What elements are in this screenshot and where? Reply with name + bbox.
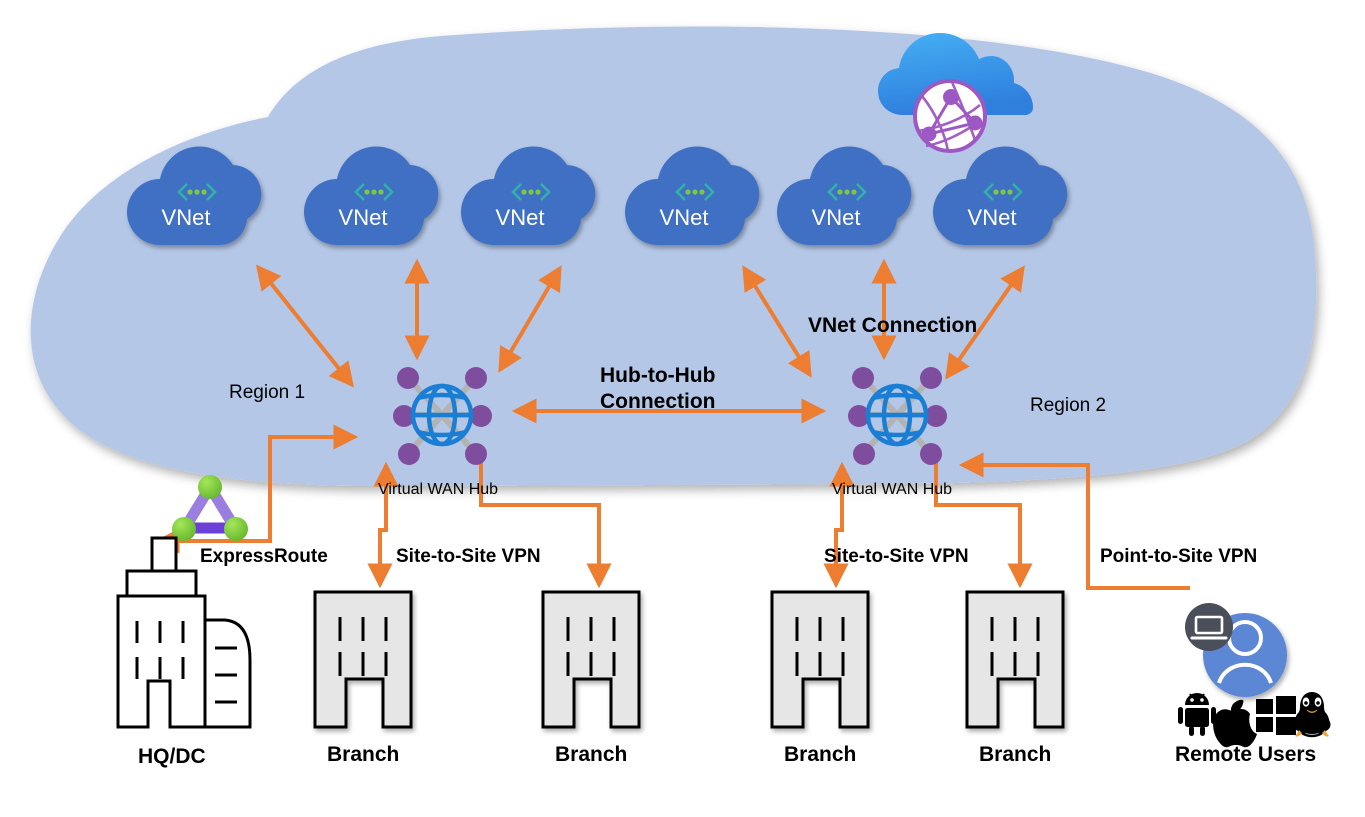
point-to-site-vpn-label: Point-to-Site VPN <box>1100 546 1258 567</box>
site-to-site-vpn-label-1: Site-to-Site VPN <box>396 546 541 567</box>
branch-label-2: Branch <box>555 743 628 766</box>
vnet-glyph-dots-3 <box>521 189 541 195</box>
remote-users-label: Remote Users <box>1175 743 1317 766</box>
azure-region-cloud <box>30 26 1317 486</box>
vnet-connection-label: VNet Connection <box>808 314 978 337</box>
branch-label-1: Branch <box>327 743 400 766</box>
azure-virtual-wan-diagram: VNet VNet VNet VNet VNet VNet Region 1 R… <box>0 0 1365 817</box>
vnet-label-5: VNet <box>812 205 861 230</box>
linux-icon <box>1293 692 1331 738</box>
site-to-site-vpn-label-2: Site-to-Site VPN <box>824 546 969 567</box>
vnet-glyph-dots-4 <box>685 189 705 195</box>
windows-icon <box>1256 696 1296 735</box>
vnet-label-2: VNet <box>339 205 388 230</box>
region-label-1: Region 1 <box>229 382 306 403</box>
apple-icon <box>1213 699 1257 748</box>
vnet-label-4: VNet <box>660 205 709 230</box>
vnet-label-3: VNet <box>496 205 545 230</box>
vnet-label-1: VNet <box>162 205 211 230</box>
expressroute-icon[interactable] <box>172 475 248 541</box>
branch-label-3: Branch <box>784 743 857 766</box>
virtual-wan-hub-label-2: Virtual WAN Hub <box>832 481 953 498</box>
branch-label-4: Branch <box>979 743 1052 766</box>
region-label-2: Region 2 <box>1030 395 1107 416</box>
vnet-glyph-dots-2 <box>364 189 384 195</box>
expressroute-label: ExpressRoute <box>200 546 328 567</box>
vnet-glyph-dots-6 <box>993 189 1013 195</box>
vnet-label-6: VNet <box>968 205 1017 230</box>
hub-to-hub-line-1: Hub-to-Hub <box>600 364 716 387</box>
android-icon <box>1178 693 1216 736</box>
laptop-badge-icon <box>1185 603 1233 651</box>
hub-to-hub-line-2: Connection <box>600 390 716 413</box>
vnet-glyph-dots-5 <box>837 189 857 195</box>
p2s-vpn-path <box>958 452 1190 590</box>
virtual-wan-hub-label-1: Virtual WAN Hub <box>378 481 499 498</box>
vnet-glyph-dots-1 <box>187 189 207 195</box>
hub-to-hub-connection-label: Hub-to-Hub Connection <box>600 363 716 415</box>
hq-dc-label: HQ/DC <box>138 745 206 768</box>
